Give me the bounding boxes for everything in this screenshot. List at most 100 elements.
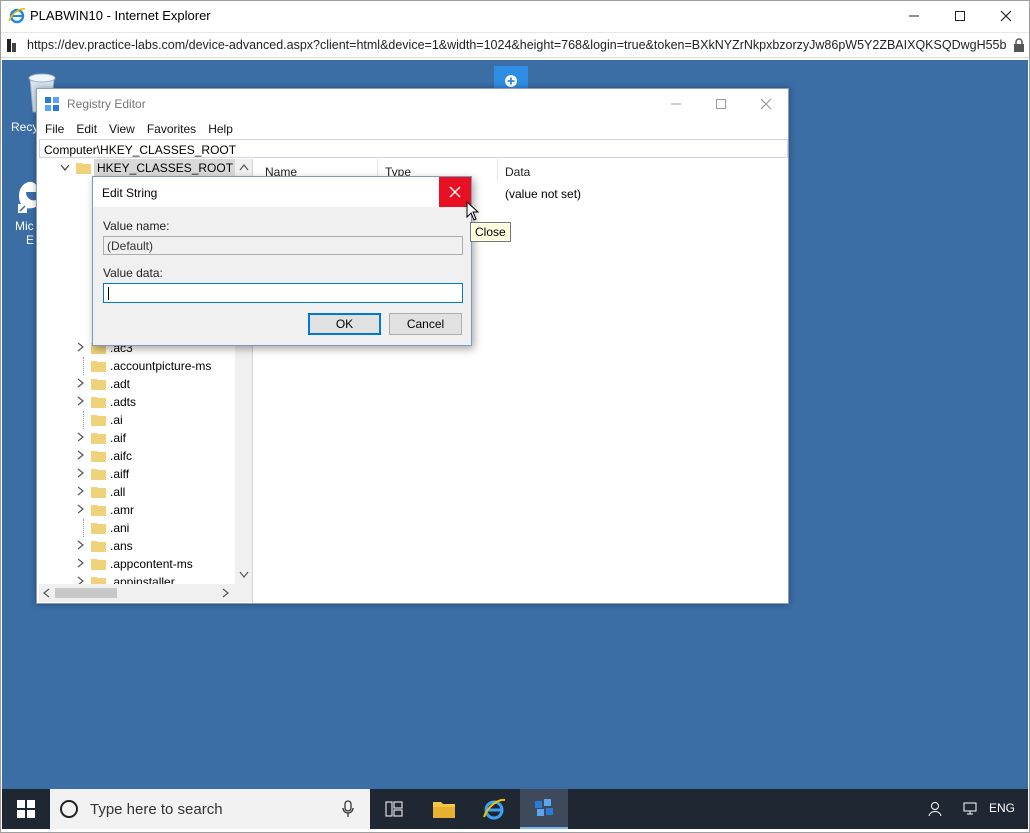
minimize-button[interactable]: [891, 0, 937, 32]
tree-item[interactable]: .aifc: [39, 447, 235, 465]
internet-explorer-taskbar-button[interactable]: [470, 789, 518, 829]
tree-item[interactable]: .ans: [39, 537, 235, 555]
close-window-button[interactable]: [983, 0, 1029, 32]
value-name-label: Value name:: [103, 219, 170, 233]
maximize-button[interactable]: [937, 0, 983, 32]
menu-edit[interactable]: Edit: [76, 119, 103, 139]
cancel-button[interactable]: Cancel: [389, 313, 462, 335]
start-button[interactable]: [2, 789, 50, 829]
chevron-right-icon[interactable]: [77, 396, 85, 406]
search-placeholder: Type here to search: [90, 801, 223, 818]
address-bar[interactable]: https://dev.practice-labs.com/device-adv…: [0, 32, 1030, 58]
edge-label: Mic: [15, 219, 34, 233]
internet-explorer-icon: [483, 798, 506, 820]
folder-icon: [91, 361, 106, 372]
close-tooltip: Close: [470, 222, 511, 242]
tree-item[interactable]: .ai: [39, 411, 235, 429]
registry-editor-taskbar-button[interactable]: [520, 789, 568, 829]
folder-icon: [91, 487, 106, 498]
chevron-right-icon[interactable]: [77, 540, 85, 550]
tree-item[interactable]: .all: [39, 483, 235, 501]
value-data-input[interactable]: [103, 283, 463, 303]
chevron-right-icon[interactable]: [77, 432, 85, 442]
dialog-title: Edit String: [102, 186, 158, 200]
reg-close-button[interactable]: [743, 89, 788, 119]
value-name-field[interactable]: [103, 236, 463, 255]
chevron-right-icon[interactable]: [77, 468, 85, 478]
folder-icon: [91, 379, 106, 390]
remote-desktop: Recy Mic E Registry Editor File Edit Vie…: [2, 60, 1028, 789]
menu-view[interactable]: View: [109, 119, 141, 139]
menu-help[interactable]: Help: [208, 119, 239, 139]
tree-item-label: .adt: [110, 377, 131, 391]
chevron-right-icon[interactable]: [77, 450, 85, 460]
close-icon: [760, 98, 771, 110]
scroll-down-icon[interactable]: [239, 571, 249, 579]
browser-titlebar: PLABWIN10 - Internet Explorer: [0, 0, 1030, 32]
folder-icon: [91, 433, 106, 444]
chevron-right-icon[interactable]: [77, 342, 85, 352]
scroll-right-icon[interactable]: [222, 588, 230, 598]
tree-item[interactable]: .appcontent-ms: [39, 555, 235, 573]
language-indicator[interactable]: ENG: [989, 801, 1015, 815]
folder-icon: [91, 469, 106, 480]
tree-item-label: .ai: [110, 413, 123, 427]
tree-root-label: HKEY_CLASSES_ROOT: [94, 159, 237, 177]
registry-editor-window: Registry Editor File Edit View Favorites…: [36, 88, 789, 604]
tree-item[interactable]: .adts: [39, 393, 235, 411]
ok-button[interactable]: OK: [308, 313, 381, 335]
tree-horizontal-scrollbar[interactable]: [39, 584, 235, 602]
recycle-bin-label: Recy: [11, 120, 39, 134]
value-data-label: Value data:: [103, 266, 163, 280]
internet-explorer-icon: [8, 8, 26, 24]
chevron-right-icon[interactable]: [77, 504, 85, 514]
browser-title: PLABWIN10 - Internet Explorer: [30, 8, 211, 23]
tree-item[interactable]: .aiff: [39, 465, 235, 483]
chevron-right-icon[interactable]: [77, 486, 85, 496]
menu-file[interactable]: File: [45, 119, 70, 139]
taskbar-search-box[interactable]: Type here to search: [50, 789, 370, 829]
tree-item[interactable]: .accountpicture-ms: [39, 357, 235, 375]
reg-maximize-button[interactable]: [698, 89, 743, 119]
chevron-down-icon[interactable]: [60, 164, 70, 172]
column-separator: [497, 159, 498, 181]
file-explorer-button[interactable]: [420, 789, 468, 829]
folder-icon: [91, 541, 106, 552]
scroll-left-icon[interactable]: [43, 588, 51, 598]
microphone-icon[interactable]: [342, 800, 354, 818]
maximize-icon: [715, 99, 726, 109]
folder-icon: [91, 523, 106, 534]
edit-string-dialog: Edit String Value name: Value data: OK C…: [92, 176, 472, 346]
folder-icon: [91, 397, 106, 408]
task-view-button[interactable]: [370, 789, 418, 829]
tree-item[interactable]: .ani: [39, 519, 235, 537]
tree-item-label: .appcontent-ms: [110, 557, 193, 571]
url-text[interactable]: https://dev.practice-labs.com/device-adv…: [27, 38, 1007, 52]
tree-item-label: .all: [110, 485, 126, 499]
tree-item-label: .amr: [110, 503, 134, 517]
chevron-right-icon[interactable]: [77, 558, 85, 568]
tree-item[interactable]: .adt: [39, 375, 235, 393]
tree-root-item[interactable]: HKEY_CLASSES_ROOT: [39, 159, 237, 177]
registry-editor-icon: [45, 97, 59, 111]
tree-item-label: .aif: [110, 431, 127, 445]
chevron-right-icon[interactable]: [77, 378, 85, 388]
people-icon[interactable]: [928, 801, 944, 817]
folder-icon: [91, 451, 106, 462]
tree-item-label: .adts: [110, 395, 137, 409]
registry-editor-titlebar[interactable]: Registry Editor: [37, 89, 788, 119]
registry-path-bar[interactable]: Computer\HKEY_CLASSES_ROOT: [39, 139, 788, 158]
site-favicon-icon: [7, 39, 16, 52]
tree-item[interactable]: .aif: [39, 429, 235, 447]
folder-icon: [91, 559, 106, 570]
menu-favorites[interactable]: Favorites: [147, 119, 202, 139]
scroll-up-icon[interactable]: [239, 164, 249, 172]
folder-icon: [91, 505, 106, 516]
network-icon[interactable]: [963, 801, 981, 817]
reg-minimize-button[interactable]: [653, 89, 698, 119]
tree-item[interactable]: .amr: [39, 501, 235, 519]
default-value-data[interactable]: (value not set): [505, 187, 581, 201]
tree-hscroll-thumb[interactable]: [55, 588, 117, 598]
dialog-titlebar[interactable]: Edit String: [93, 177, 471, 207]
column-data[interactable]: Data: [505, 165, 530, 179]
